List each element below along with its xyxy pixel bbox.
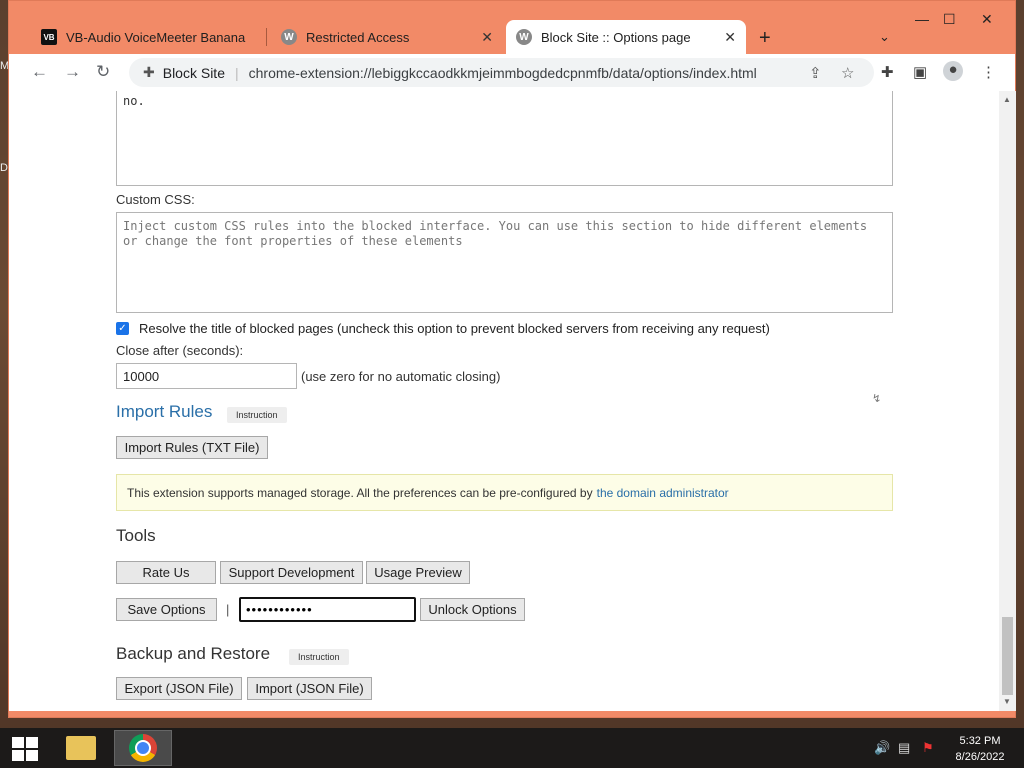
save-options-button[interactable]: Save Options	[116, 598, 217, 621]
import-rules-button[interactable]: Import Rules (TXT File)	[116, 436, 268, 459]
notification-flag-icon[interactable]: ⚑	[922, 740, 934, 756]
tab-title: VB-Audio VoiceMeeter Banana	[66, 29, 246, 45]
back-icon[interactable]: ←	[31, 62, 48, 82]
domain-admin-link[interactable]: the domain administrator	[597, 486, 729, 500]
bookmark-star-icon[interactable]: ☆	[841, 64, 854, 82]
top-textarea[interactable]	[116, 91, 893, 186]
tools-heading: Tools	[116, 526, 156, 545]
close-icon[interactable]: ✕	[724, 29, 736, 46]
vb-icon: VB	[41, 29, 57, 45]
w-icon: W	[516, 29, 532, 45]
browser-window: VB VB-Audio VoiceMeeter Banana W Restric…	[8, 0, 1016, 718]
windows-start-icon[interactable]	[12, 737, 38, 761]
close-icon[interactable]: ✕	[481, 29, 493, 46]
chrome-icon[interactable]	[114, 730, 172, 766]
close-window-icon[interactable]: ✕	[981, 11, 993, 28]
notice-text: This extension supports managed storage.…	[127, 485, 593, 500]
omnibox-divider: |	[234, 64, 239, 81]
maximize-icon[interactable]: ☐	[943, 11, 956, 28]
tab-restricted-access[interactable]: W Restricted Access ✕	[271, 20, 503, 54]
minimize-icon[interactable]: —	[915, 11, 929, 27]
page-scrollbar[interactable]: ▲ ▼	[999, 91, 1016, 711]
password-input[interactable]: ••••••••••••	[239, 597, 416, 622]
reload-icon[interactable]: ↻	[96, 62, 110, 82]
close-after-input[interactable]	[116, 363, 297, 389]
clock-date: 8/26/2022	[955, 751, 1005, 763]
rate-us-button[interactable]: Rate Us	[116, 561, 216, 584]
mouse-cursor-icon: ↯	[872, 393, 882, 405]
taskbar: 🔊 ▤ ⚑ 5:32 PM 8/26/2022	[0, 728, 1024, 768]
export-json-button[interactable]: Export (JSON File)	[116, 677, 242, 700]
usage-preview-button[interactable]: Usage Preview	[366, 561, 470, 584]
tab-separator	[266, 28, 267, 46]
file-explorer-icon[interactable]	[52, 730, 110, 766]
tab-block-site-options[interactable]: W Block Site :: Options page ✕	[506, 20, 746, 54]
w-icon: W	[281, 29, 297, 45]
close-after-hint: (use zero for no automatic closing)	[301, 369, 501, 384]
share-icon[interactable]: ⇪	[809, 64, 822, 82]
extensions-icon[interactable]: ✚	[881, 63, 894, 81]
unlock-options-button[interactable]: Unlock Options	[420, 598, 525, 621]
instruction-tag[interactable]: Instruction	[227, 407, 287, 423]
close-after-label: Close after (seconds):	[116, 343, 244, 358]
chevron-down-icon[interactable]: ⌄	[879, 29, 890, 45]
backup-restore-heading: Backup and Restore	[116, 644, 271, 663]
options-content: Custom CSS: ✓ Resolve the title of block…	[116, 91, 893, 711]
forward-icon[interactable]: →	[64, 62, 81, 82]
tab-title: Block Site :: Options page	[541, 29, 691, 45]
puzzle-icon: ✚	[143, 64, 155, 80]
sidepanel-icon[interactable]: ▣	[913, 63, 927, 81]
support-development-button[interactable]: Support Development	[220, 561, 363, 584]
options-page: Custom CSS: ✓ Resolve the title of block…	[9, 91, 999, 711]
speaker-icon[interactable]: 🔊	[874, 740, 890, 756]
instruction-tag[interactable]: Instruction	[289, 649, 349, 665]
network-icon[interactable]: ▤	[898, 740, 910, 756]
scroll-up-icon[interactable]: ▲	[1003, 95, 1011, 104]
custom-css-textarea[interactable]	[116, 212, 893, 313]
address-bar[interactable]: ✚ Block Site | chrome-extension://lebigg…	[129, 58, 874, 87]
import-json-button[interactable]: Import (JSON File)	[247, 677, 372, 700]
site-label: Block Site	[162, 64, 225, 81]
url-text[interactable]: chrome-extension://lebiggkccaodkkmjeimmb…	[249, 65, 757, 81]
import-rules-heading: Import Rules	[116, 402, 213, 421]
tab-title: Restricted Access	[306, 29, 410, 45]
tab-strip: VB VB-Audio VoiceMeeter Banana W Restric…	[9, 1, 1015, 54]
scrollbar-thumb[interactable]	[1002, 617, 1013, 695]
browser-toolbar: ← → ↻ ✚ Block Site | chrome-extension://…	[9, 54, 1015, 91]
managed-storage-notice: This extension supports managed storage.…	[116, 474, 893, 511]
separator-pipe: |	[226, 602, 230, 617]
resolve-title-row: ✓ Resolve the title of blocked pages (un…	[116, 321, 770, 336]
new-tab-icon[interactable]: +	[759, 27, 771, 50]
clock-time: 5:32 PM	[959, 735, 1001, 747]
resolve-title-checkbox[interactable]: ✓	[116, 322, 129, 335]
menu-kebab-icon[interactable]: ⋮	[981, 63, 996, 81]
scroll-down-icon[interactable]: ▼	[1003, 697, 1011, 706]
resolve-title-label: Resolve the title of blocked pages (unch…	[139, 321, 770, 336]
tab-voicemeeter[interactable]: VB VB-Audio VoiceMeeter Banana	[31, 20, 266, 54]
system-clock[interactable]: 5:32 PM 8/26/2022	[945, 733, 1015, 765]
custom-css-label: Custom CSS:	[116, 192, 195, 207]
profile-avatar-icon[interactable]: ●	[943, 61, 963, 81]
